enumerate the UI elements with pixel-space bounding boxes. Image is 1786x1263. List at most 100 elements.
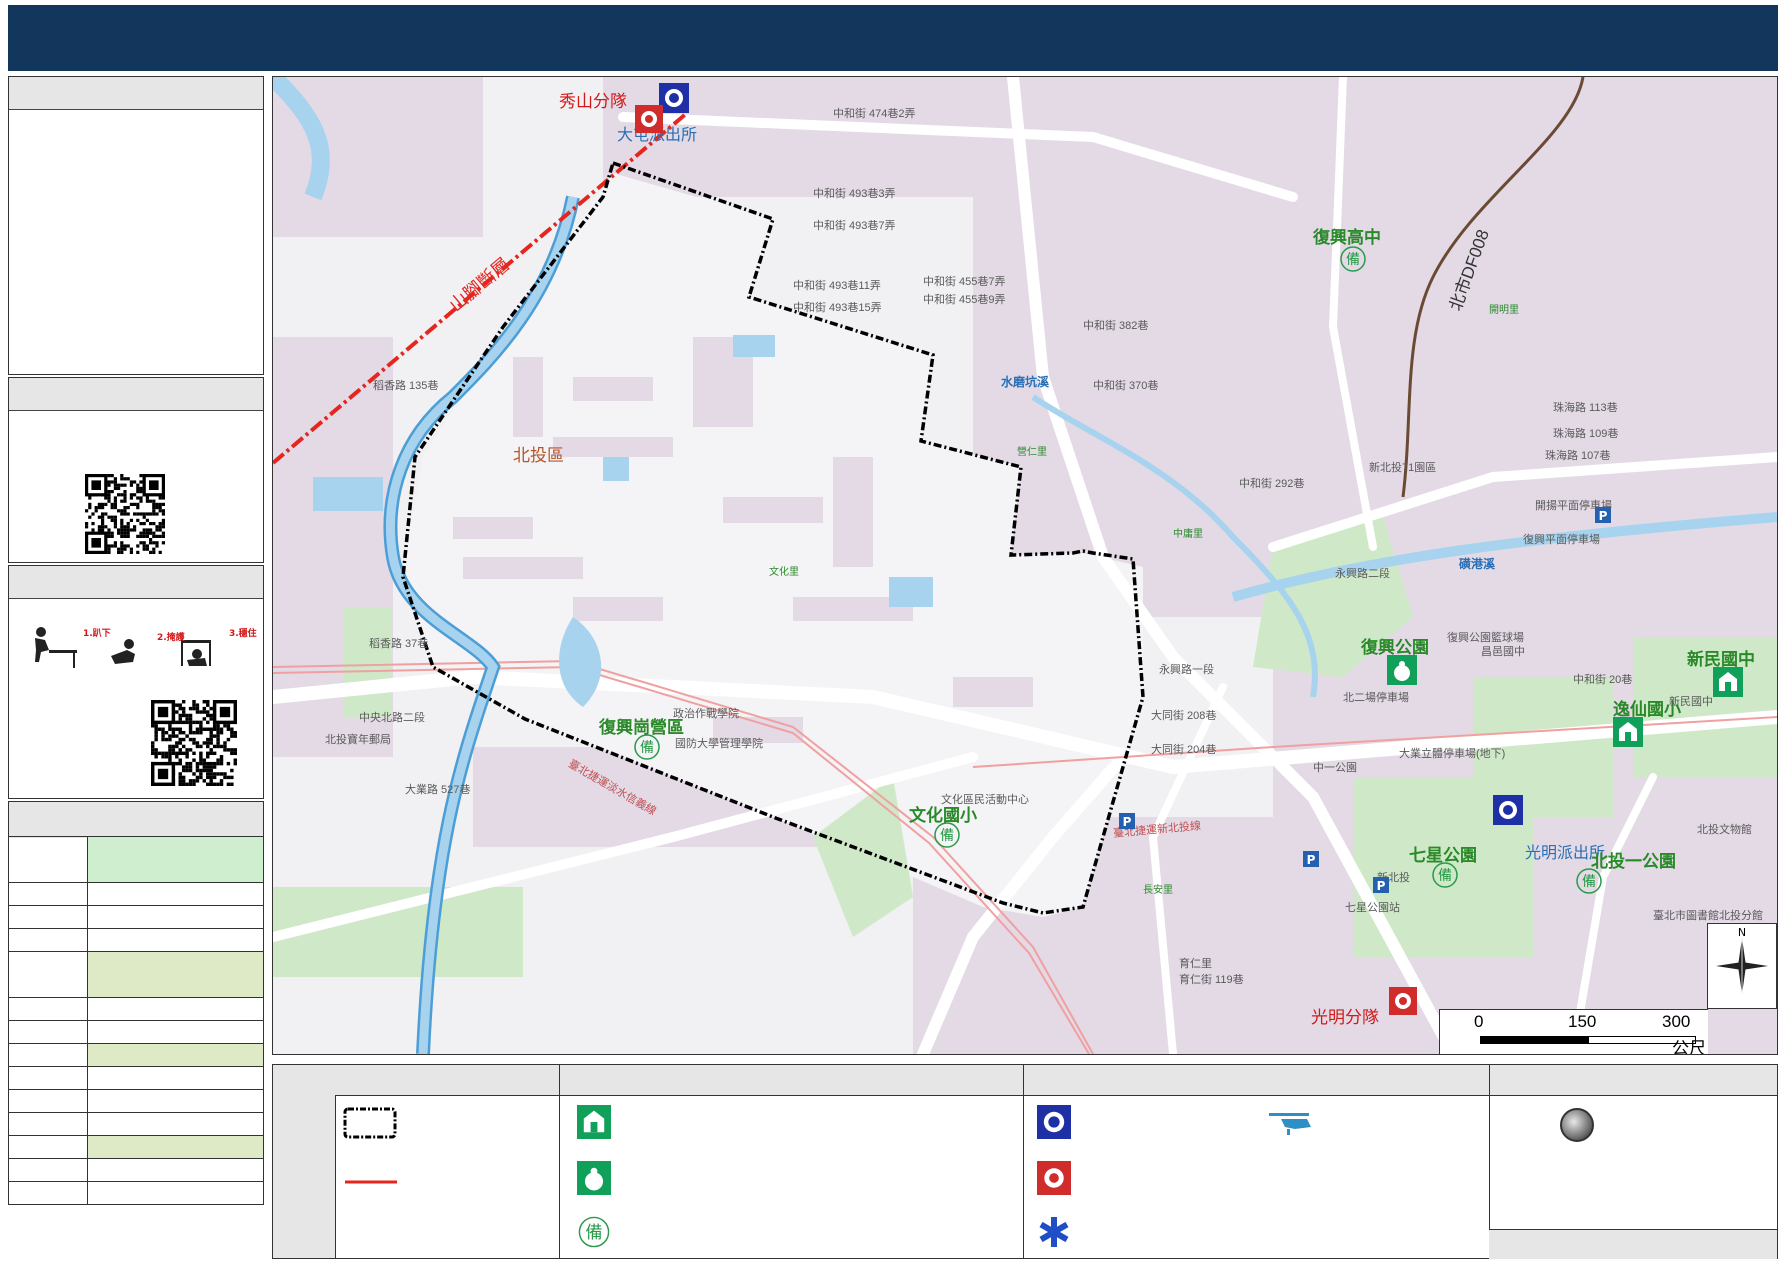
svg-text:備: 備 bbox=[1582, 874, 1596, 890]
legend-side-column bbox=[273, 1065, 336, 1258]
fire-legend-icon bbox=[1037, 1161, 1071, 1195]
map-base bbox=[273, 77, 1777, 1054]
label-zhonghe-20: 中和街 20巷 bbox=[1573, 674, 1633, 686]
label-zhonghe-493-15: 中和街 493巷15弄 bbox=[793, 302, 882, 314]
label-beitou-museum: 北投文物館 bbox=[1697, 824, 1752, 836]
reserve-shelter-park1-icon[interactable]: 備 bbox=[1575, 867, 1603, 895]
medical-legend-icon bbox=[1039, 1217, 1069, 1247]
fire-team-guangming-icon[interactable] bbox=[1389, 987, 1417, 1015]
parking-icon: P bbox=[1303, 851, 1319, 867]
school-shelter-icon[interactable] bbox=[1713, 667, 1743, 697]
label-beitou-park1: 北投一公園 bbox=[1591, 852, 1676, 871]
label-xinmin-school: 新民國中 bbox=[1669, 696, 1713, 708]
label-yucheng: 育仁里 bbox=[1179, 958, 1212, 970]
table-cell-highlight-2 bbox=[87, 951, 264, 998]
scale-tick-300: 300 bbox=[1662, 1012, 1691, 1031]
info-panel-1-header bbox=[9, 77, 263, 110]
parking-icon: P bbox=[1595, 507, 1611, 523]
label-yingren-li: 營仁里 bbox=[1017, 447, 1047, 458]
svg-text:2.掩護: 2.掩護 bbox=[157, 631, 186, 643]
scale-bar: 0 150 300 公尺 bbox=[1439, 1009, 1708, 1054]
scale-tick-0: 0 bbox=[1474, 1012, 1484, 1031]
label-civic-center: 文化區民活動中心 bbox=[941, 794, 1029, 806]
legend-header-row bbox=[335, 1065, 1777, 1096]
info-panel-3-header bbox=[9, 566, 263, 599]
label-beitou-youth: 北投寶年郵局 bbox=[325, 734, 391, 746]
label-political-warfare: 政治作戰學院 bbox=[673, 708, 739, 720]
svg-text:3.穩住: 3.穩住 bbox=[229, 627, 257, 639]
police-station-guangming-icon[interactable] bbox=[1493, 795, 1523, 825]
reserve-shelter-wenhua-icon[interactable]: 備 bbox=[933, 821, 961, 849]
info-panel-1 bbox=[8, 76, 264, 375]
label-zhonghe-382: 中和街 382巷 bbox=[1083, 320, 1149, 332]
svg-text:1.趴下: 1.趴下 bbox=[83, 628, 111, 639]
label-datong-208: 大同街 208巷 bbox=[1151, 710, 1217, 722]
table-cell-highlight-3 bbox=[87, 1043, 264, 1067]
north-arrow-icon: N bbox=[1716, 926, 1768, 994]
fire-team-icon[interactable] bbox=[635, 105, 663, 133]
label-zhongyong-li: 中庸里 bbox=[1173, 529, 1203, 540]
label-zhuhai-113: 珠海路 113巷 bbox=[1553, 402, 1618, 414]
label-zhonghe-292: 中和街 292巷 bbox=[1239, 478, 1305, 490]
svg-text:備: 備 bbox=[586, 1223, 603, 1243]
info-panel-3: 1.趴下 2.掩護 3.穩住 bbox=[8, 565, 264, 799]
reserve-shelter-camp-icon[interactable]: 備 bbox=[633, 733, 661, 761]
label-yongxing-1: 永興路一段 bbox=[1159, 664, 1214, 676]
label-daye-527: 大業路 527巷 bbox=[405, 784, 471, 796]
park-shelter-icon[interactable] bbox=[1387, 655, 1417, 685]
qr-code-2[interactable] bbox=[151, 700, 251, 786]
map-canvas[interactable]: 秀山分隊 大屯派出所 北投區 復興高中 復興公園 復興崗營區 文化國小 新民國中… bbox=[272, 76, 1778, 1055]
police-station-icon[interactable] bbox=[659, 83, 689, 113]
label-changan-li: 長安里 bbox=[1143, 885, 1173, 896]
scale-tick-150: 150 bbox=[1568, 1012, 1597, 1031]
label-zhonghe-493-11: 中和街 493巷11弄 bbox=[793, 280, 881, 292]
label-xiushan-team: 秀山分隊 bbox=[559, 92, 627, 111]
svg-text:備: 備 bbox=[640, 740, 654, 756]
fault-legend-icon bbox=[345, 1180, 397, 1184]
parking-icon: P bbox=[1373, 877, 1389, 893]
label-wenhua-li: 文化里 bbox=[769, 567, 799, 578]
info-panel-2 bbox=[8, 377, 264, 563]
title-bar bbox=[8, 5, 1778, 71]
label-park-zhongyi: 中一公園 bbox=[1313, 762, 1357, 774]
park-shelter-legend-icon bbox=[577, 1161, 611, 1195]
svg-text:備: 備 bbox=[1438, 868, 1452, 884]
label-daohu-135: 稻香路 135巷 bbox=[373, 380, 439, 392]
label-linggang-creek: 磺港溪 bbox=[1459, 557, 1496, 571]
reserve-shelter-legend-icon: 備 bbox=[578, 1216, 610, 1248]
label-zhuhai-109: 珠海路 109巷 bbox=[1553, 428, 1619, 440]
label-beitou-district: 北投區 bbox=[513, 446, 564, 465]
label-datong-204: 大同街 204巷 bbox=[1151, 744, 1217, 756]
label-zhonghe-474: 中和街 474巷2弄 bbox=[833, 108, 916, 120]
label-zhonghe-455-9: 中和街 455巷9弄 bbox=[923, 294, 1006, 306]
svg-text:P: P bbox=[1307, 853, 1316, 867]
compass-north-label: N bbox=[1738, 926, 1746, 939]
svg-text:P: P bbox=[1599, 509, 1608, 523]
compass: N bbox=[1707, 923, 1777, 1009]
label-parking-beier: 北二場停車場 bbox=[1343, 692, 1409, 704]
label-zhuhai-107: 珠海路 107巷 bbox=[1545, 450, 1611, 462]
label-park-danan: 大業立體停車場(地下) bbox=[1399, 748, 1506, 760]
school-shelter-legend-icon bbox=[577, 1105, 611, 1139]
reserve-shelter-icon[interactable]: 備 bbox=[1339, 245, 1367, 273]
label-zhonghe-370: 中和街 370巷 bbox=[1093, 380, 1159, 392]
label-yongxing-2: 永興路二段 bbox=[1335, 568, 1390, 580]
label-beitou-71: 新北投71園區 bbox=[1369, 462, 1437, 474]
drop-cover-hold-icon: 1.趴下 2.掩護 3.穩住 bbox=[35, 627, 257, 668]
info-panel-2-header bbox=[9, 378, 263, 411]
qr-code-1[interactable] bbox=[85, 474, 171, 554]
label-beitou-lib: 臺北市圖書館北投分館 bbox=[1653, 910, 1763, 922]
label-zhonghe-493-7: 中和街 493巷7弄 bbox=[813, 220, 896, 232]
reserve-shelter-qixing-icon[interactable]: 備 bbox=[1431, 861, 1459, 889]
table-cell-highlight-1 bbox=[87, 836, 264, 883]
police-legend-icon bbox=[1037, 1105, 1071, 1139]
school-shelter-yixian-icon[interactable] bbox=[1613, 717, 1643, 747]
svg-text:P: P bbox=[1377, 879, 1386, 893]
parking-icon: P bbox=[1119, 813, 1135, 829]
label-fuxing-elem-high: 昌邑國中 bbox=[1481, 646, 1525, 658]
label-daohu-37: 稻香路 37巷 bbox=[369, 638, 429, 650]
label-zhonghe-493-3: 中和街 493巷3弄 bbox=[813, 188, 896, 200]
info-panel-4-header bbox=[9, 802, 263, 838]
legend: 備 bbox=[272, 1064, 1778, 1259]
label-zhongyang-n2: 中央北路二段 bbox=[359, 712, 425, 724]
